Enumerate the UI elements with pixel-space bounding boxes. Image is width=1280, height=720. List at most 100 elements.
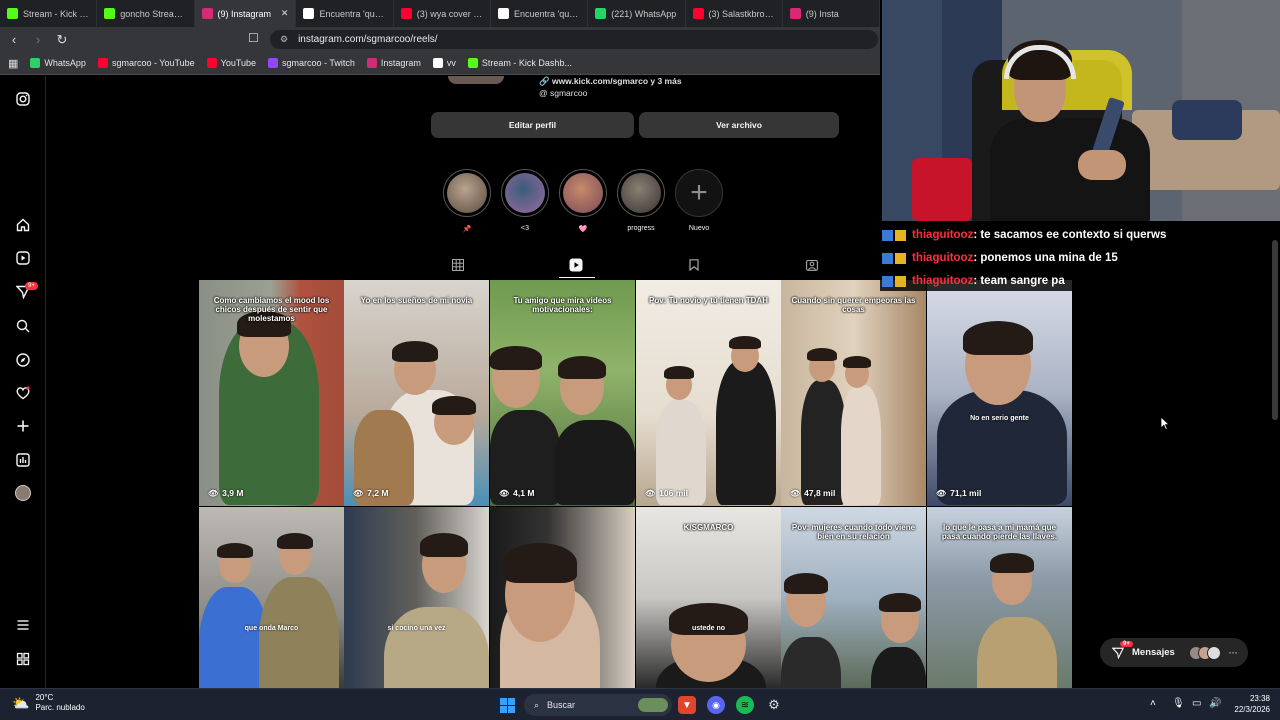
forward-icon[interactable]: › <box>28 32 48 47</box>
bookmark-item[interactable]: Stream - Kick Dashb... <box>467 58 572 68</box>
story-highlight[interactable]: <3 <box>501 169 549 235</box>
reel-thumbnail[interactable]: Tu amigo que mira videos motivacionales:… <box>490 280 635 506</box>
story-highlight[interactable]: progress <box>617 169 665 235</box>
windows-taskbar: ⛅ 20°C Parc. nublado ⌕ Buscar ▼ ◉ ≋ ⚙ ˄ … <box>0 688 1280 720</box>
chat-message: thiaguitooz: te sacamos ee contexto si q… <box>882 225 1166 245</box>
reel-thumbnail[interactable]: que onda Marco <box>199 507 344 688</box>
network-icon[interactable]: ▭ <box>1192 698 1201 709</box>
browser-tab[interactable]: (3) Salastkbron - Yo <box>686 0 783 27</box>
browser-tab[interactable]: (221) WhatsApp <box>588 0 686 27</box>
taskbar-search[interactable]: ⌕ Buscar <box>524 694 672 716</box>
reels-icon[interactable] <box>14 249 32 267</box>
tab-posts[interactable] <box>450 257 466 273</box>
notifications-heart-icon[interactable] <box>14 384 32 402</box>
browser-tab[interactable]: Encuentra 'que hac <box>296 0 394 27</box>
browser-tab[interactable]: (3) wya cover salas <box>394 0 491 27</box>
menu-icon[interactable] <box>14 616 32 634</box>
spotify-icon[interactable]: ≋ <box>736 696 754 714</box>
tab-reels[interactable] <box>568 257 584 273</box>
threads-handle[interactable]: @ sgmarcoo <box>539 88 587 98</box>
reel-thumbnail[interactable]: K/SGMARCO ustede no <box>636 507 781 688</box>
bookmark-item[interactable]: sgmarcoo - YouTube <box>97 58 195 68</box>
reel-caption: Pov: Tu novio y tú tienen TDAH <box>649 296 768 305</box>
story-highlight[interactable]: 📌 <box>443 169 491 235</box>
page-scrollbar[interactable] <box>1272 240 1278 420</box>
threads-handle-text: sgmarcoo <box>550 88 588 98</box>
story-highlight[interactable]: 🩷 <box>559 169 607 235</box>
reel-thumbnail[interactable]: lo que le pasa a mi mamá que pasa cuando… <box>927 507 1072 688</box>
meta-apps-icon[interactable] <box>14 650 32 668</box>
create-plus-icon[interactable] <box>14 417 32 435</box>
bookmark-item[interactable]: sgmarcoo - Twitch <box>268 58 355 68</box>
reel-thumbnail[interactable]: Pov: Tu novio y tú tienen TDAH 👁 106 mil <box>636 280 781 506</box>
person-hair <box>277 533 313 549</box>
bookmark-item[interactable]: Instagram <box>366 58 421 68</box>
browser-tab[interactable]: goncho Stream - W <box>97 0 195 27</box>
messages-badge: 9+ <box>1120 641 1133 647</box>
person-figure <box>259 577 339 688</box>
browser-tab[interactable]: Stream - Kick Dashb <box>0 0 98 27</box>
reel-view-count: 👁 47,8 mil <box>790 488 835 498</box>
bookmark-item[interactable]: YouTube <box>206 58 256 68</box>
reel-thumbnail[interactable]: si cocino una vez <box>344 507 489 688</box>
reel-thumbnail[interactable]: Como cambiamos el mood los chicos despué… <box>199 280 344 506</box>
microphone-icon[interactable]: 🎙 <box>1172 698 1185 709</box>
person-hair <box>990 553 1034 573</box>
tray-chevron-icon[interactable]: ˄ <box>1150 698 1156 709</box>
apps-grid-icon[interactable]: ▦ <box>8 57 18 70</box>
person-figure <box>841 385 881 505</box>
vip-badge-icon <box>895 229 906 241</box>
reel-view-count: 👁 71,1 mil <box>936 488 981 498</box>
home-icon[interactable] <box>14 216 32 234</box>
discord-icon[interactable]: ◉ <box>707 696 725 714</box>
profile-avatar[interactable] <box>448 76 504 84</box>
reel-thumbnail[interactable]: Pov: mujeres cuando todo viene bien en s… <box>781 507 926 688</box>
reel-thumbnail[interactable]: No en serio gente 👁 71,1 mil <box>927 280 1072 506</box>
brave-browser-icon[interactable]: ▼ <box>678 696 696 714</box>
person-hair <box>664 366 694 379</box>
dashboard-icon[interactable] <box>14 451 32 469</box>
bookmark-icon[interactable]: ☐ <box>248 31 259 45</box>
new-highlight[interactable]: + Nuevo <box>675 169 723 235</box>
browser-tab[interactable]: (9) Instagram ✕ <box>194 0 297 27</box>
reload-icon[interactable]: ↻ <box>52 32 72 48</box>
whatsapp-icon <box>595 8 607 19</box>
bookmark-label: sgmarcoo - Twitch <box>282 58 355 68</box>
system-clock[interactable]: 23:38 22/3/2026 <box>1226 694 1270 716</box>
tab-saved[interactable] <box>686 257 702 273</box>
reel-thumbnail[interactable]: Cuando sin querer empeoras las cosas 👁 47,… <box>781 280 926 506</box>
site-info-icon[interactable]: ⚙ <box>280 34 288 45</box>
chat-username[interactable]: thiaguitooz <box>912 252 973 264</box>
reel-caption: Pov: mujeres cuando todo viene bien en s… <box>791 523 916 542</box>
vip-badge-icon <box>895 275 906 287</box>
browser-tab[interactable]: Encuentra 'que va a <box>491 0 589 27</box>
windows-start-icon[interactable] <box>498 696 516 714</box>
instagram-logo-icon[interactable] <box>14 90 32 108</box>
messages-button[interactable]: 9+ Mensajes ··· <box>1100 638 1248 667</box>
profile-external-link[interactable]: 🔗 www.kick.com/sgmarco y 3 más <box>539 76 682 87</box>
profile-avatar-icon[interactable] <box>14 484 32 502</box>
person-hair <box>217 543 253 558</box>
edit-profile-button[interactable]: Editar perfil <box>431 112 634 138</box>
steam-icon[interactable]: ⚙ <box>765 696 783 714</box>
chat-username[interactable]: thiaguitooz <box>912 275 973 287</box>
tab-tagged[interactable] <box>804 257 820 273</box>
volume-icon[interactable]: 🔊 <box>1209 698 1221 709</box>
bookmark-item[interactable]: WhatsApp <box>30 58 86 68</box>
bookmarks-bar: ▦ WhatsApp sgmarcoo - YouTube YouTube sgmar… <box>0 52 880 75</box>
weather-widget[interactable]: ⛅ 20°C Parc. nublado <box>12 693 85 713</box>
reel-thumbnail[interactable]: Yo en los sueños de mi novia 👁 7,2 M <box>344 280 489 506</box>
search-icon[interactable] <box>14 317 32 335</box>
explore-icon[interactable] <box>14 351 32 369</box>
reel-subtitle: ustede no <box>691 625 726 632</box>
view-archive-button[interactable]: Ver archivo <box>639 112 839 138</box>
reel-thumbnail[interactable] <box>490 507 635 688</box>
chat-username[interactable]: thiaguitooz <box>912 229 973 241</box>
bookmark-item[interactable]: vv <box>432 58 456 68</box>
highlight-label: <3 <box>521 225 529 232</box>
eye-icon: 👁 <box>499 488 510 498</box>
url-input[interactable]: ⚙ instagram.com/sgmarcoo/reels/ <box>270 30 878 49</box>
close-tab-icon[interactable]: ✕ <box>281 8 289 19</box>
browser-tab[interactable]: (9) Insta <box>783 0 881 27</box>
back-icon[interactable]: ‹ <box>4 32 24 47</box>
